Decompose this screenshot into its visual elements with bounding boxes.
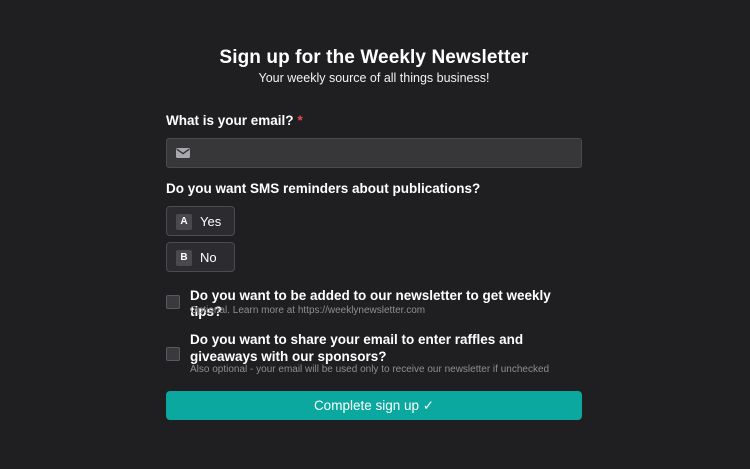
required-marker: * xyxy=(297,113,303,128)
newsletter-tips-checkbox[interactable] xyxy=(166,295,180,309)
sms-option-yes[interactable]: A Yes xyxy=(166,206,235,236)
sponsor-share-checkbox[interactable] xyxy=(166,347,180,361)
envelope-icon xyxy=(176,148,190,158)
option-key-badge: B xyxy=(176,250,192,266)
sms-option-no[interactable]: B No xyxy=(166,242,235,272)
sms-question: Do you want SMS reminders about publicat… xyxy=(166,181,481,196)
newsletter-tips-help: Optional. Learn more at https://weeklyne… xyxy=(190,305,426,316)
email-field[interactable] xyxy=(166,138,582,168)
email-input[interactable] xyxy=(199,139,571,167)
page-subtitle: Your weekly source of all things busines… xyxy=(258,71,490,85)
option-label: No xyxy=(200,250,217,265)
sponsor-share-label: Do you want to share your email to enter… xyxy=(190,332,524,364)
option-key-badge: A xyxy=(176,214,192,230)
email-label: What is your email? * xyxy=(166,112,303,130)
page-title: Sign up for the Weekly Newsletter xyxy=(219,47,529,68)
option-label: Yes xyxy=(200,214,222,229)
email-label-text: What is your email? xyxy=(166,113,294,128)
sponsor-share-help: Also optional - your email will be used … xyxy=(190,364,550,375)
complete-signup-button[interactable]: Complete sign up ✓ xyxy=(166,391,582,420)
